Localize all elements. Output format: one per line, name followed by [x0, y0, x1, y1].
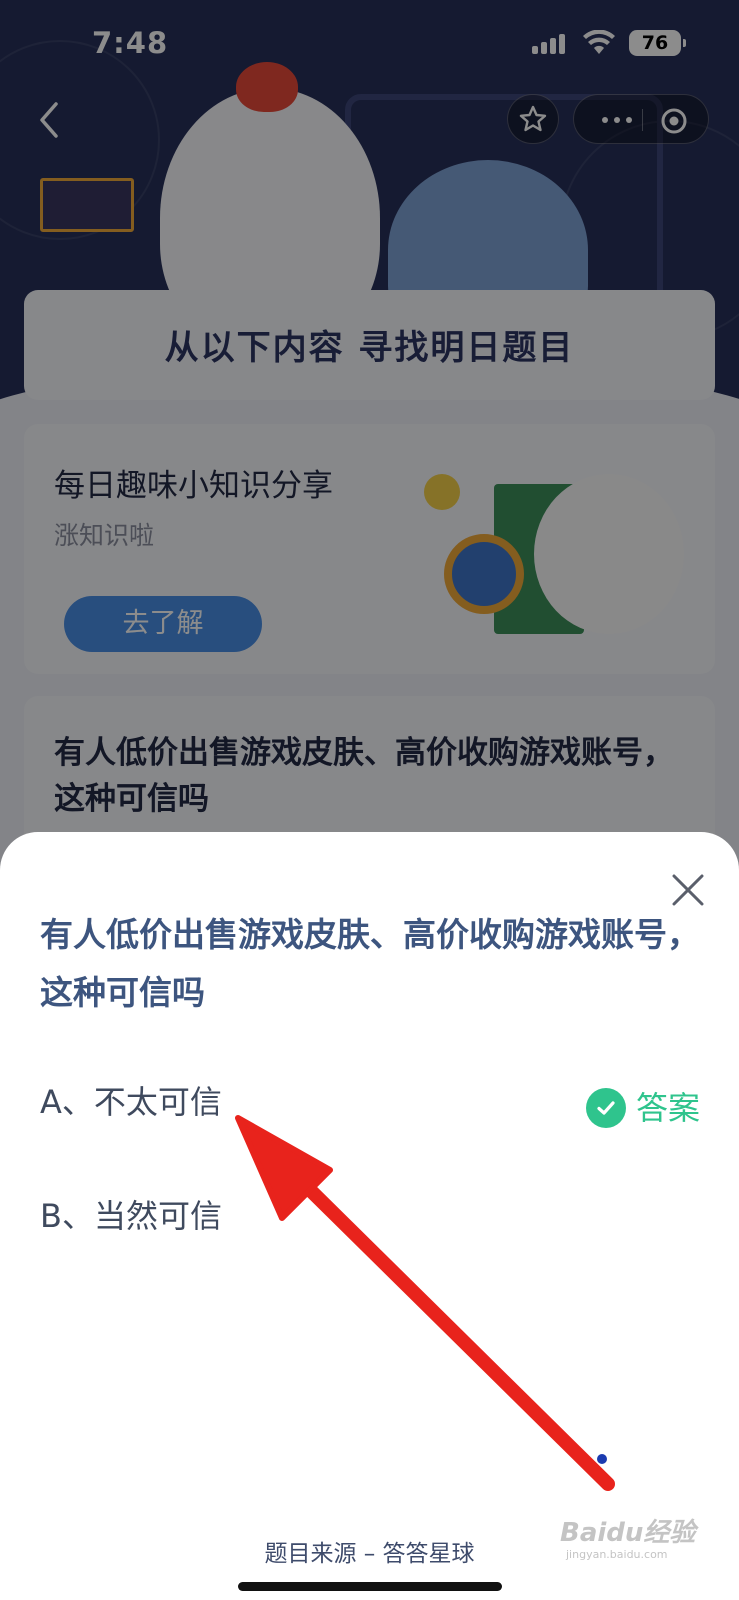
- sheet-question: 有人低价出售游戏皮肤、高价收购游戏账号，这种可信吗: [40, 915, 700, 1012]
- answer-label: 答案: [635, 1089, 700, 1127]
- option-b-label: B、当然可信: [40, 1197, 222, 1235]
- option-b[interactable]: B、当然可信: [40, 1188, 700, 1244]
- option-a[interactable]: A、不太可信 答案: [40, 1074, 700, 1130]
- option-a-label: A、不太可信: [40, 1083, 222, 1121]
- baidu-watermark-url: jingyan.baidu.com: [566, 1548, 668, 1561]
- answer-sheet: 有人低价出售游戏皮肤、高价收购游戏账号，这种可信吗 A、不太可信 答案 B、当然…: [0, 832, 739, 1600]
- baidu-watermark: Baidu经验: [560, 1518, 696, 1548]
- answer-badge: 答案: [585, 1080, 700, 1136]
- home-indicator: [238, 1582, 502, 1591]
- check-circle-icon: [585, 1088, 626, 1128]
